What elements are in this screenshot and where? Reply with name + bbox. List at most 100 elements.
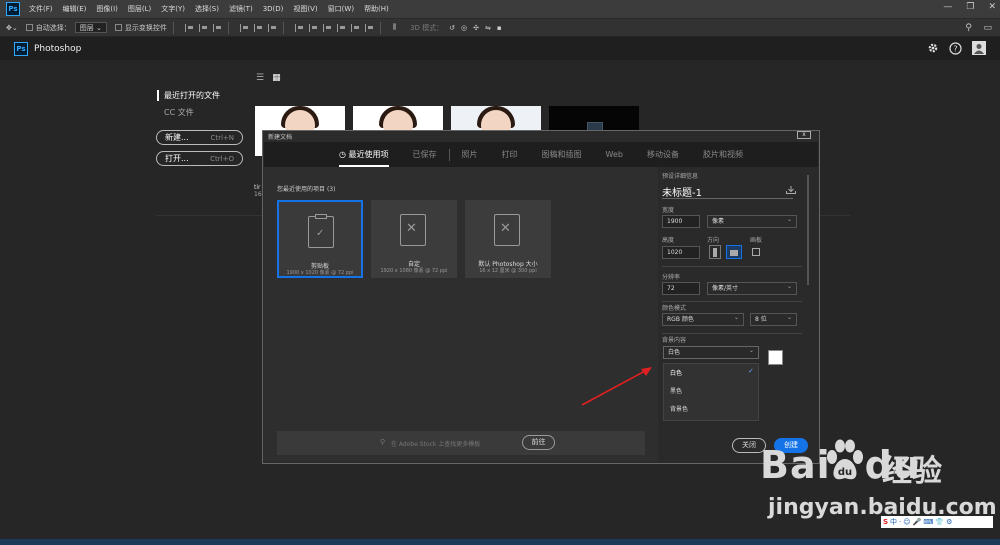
- show-transform-checkbox[interactable]: [114, 24, 122, 31]
- document-name-input[interactable]: 未标题-1: [662, 184, 702, 199]
- distribute-top-icon[interactable]: [294, 23, 304, 32]
- menu-select[interactable]: 选择(S): [190, 4, 224, 14]
- svg-text:?: ?: [953, 44, 957, 53]
- baidu-jingyan-text: 经验: [882, 454, 942, 489]
- preset-card-default[interactable]: ✕ 默认 Photoshop 大小 16 x 12 厘米 @ 300 ppi: [465, 200, 551, 278]
- landscape-orientation-icon[interactable]: [726, 245, 742, 259]
- preset-card-custom[interactable]: ✕ 自定 1920 x 1080 像素 @ 72 ppi: [371, 200, 457, 278]
- minimize-button[interactable]: —: [943, 2, 952, 12]
- microphone-icon[interactable]: 🎤: [913, 518, 922, 526]
- align-top-icon[interactable]: [184, 23, 194, 32]
- auto-align-icon[interactable]: ⫼: [393, 23, 396, 32]
- align-hcenter-icon[interactable]: [253, 23, 263, 32]
- 3d-roll-icon[interactable]: ◎: [461, 24, 467, 32]
- go-button[interactable]: 前往: [522, 435, 555, 450]
- sidebar-item-cc-files[interactable]: CC 文件: [164, 107, 194, 118]
- photoshop-logo: Ps: [6, 2, 20, 16]
- preset-card-clipboard[interactable]: ✓ 剪贴板 1900 x 1020 像素 @ 72 ppi: [277, 200, 363, 278]
- bg-option-black[interactable]: 黑色: [670, 386, 682, 395]
- settings-gear-icon[interactable]: [927, 42, 939, 54]
- dialog-body: ◷ 最近使用项 已保存 照片 打印 图稿和插图 Web 移动设备 胶片和视频 您…: [264, 142, 818, 462]
- tab-recent[interactable]: ◷ 最近使用项: [327, 149, 401, 167]
- restore-button[interactable]: ❐: [966, 2, 974, 12]
- settings-icon[interactable]: ⚙: [946, 518, 952, 526]
- chinese-mode-icon[interactable]: 中: [890, 517, 897, 527]
- menu-image[interactable]: 图像(I): [91, 4, 123, 14]
- keyboard-icon[interactable]: ⌨: [923, 518, 933, 526]
- menu-help[interactable]: 帮助(H): [359, 4, 394, 14]
- save-preset-icon[interactable]: [786, 186, 796, 194]
- menu-3d[interactable]: 3D(D): [258, 5, 289, 13]
- align-vcenter-icon[interactable]: [198, 23, 208, 32]
- grid-view-icon[interactable]: ▦: [272, 73, 281, 83]
- bg-option-white[interactable]: 白色: [670, 368, 682, 377]
- 3d-pan-icon[interactable]: ✣: [473, 24, 479, 32]
- sogou-icon[interactable]: S: [883, 518, 888, 526]
- menu-view[interactable]: 视图(V): [288, 4, 322, 14]
- details-scrollbar[interactable]: [807, 175, 809, 285]
- auto-select-checkbox[interactable]: [25, 24, 33, 31]
- list-view-icon[interactable]: ☰: [256, 73, 264, 83]
- tab-film-video[interactable]: 胶片和视频: [691, 149, 755, 160]
- width-unit-dropdown[interactable]: 像素: [707, 214, 797, 228]
- distribute-right-icon[interactable]: [364, 23, 374, 32]
- menu-window[interactable]: 窗口(W): [323, 4, 359, 14]
- help-icon[interactable]: ?: [949, 41, 962, 55]
- distribute-bottom-icon[interactable]: [322, 23, 332, 32]
- baidu-paw-icon: du: [827, 439, 863, 480]
- bit-depth-dropdown[interactable]: 8 位: [750, 312, 797, 326]
- auto-select-dropdown[interactable]: 图层 ⌄: [74, 22, 107, 33]
- recent-file-size: 16: [254, 191, 262, 198]
- dialog-close-button[interactable]: x: [797, 131, 811, 139]
- close-window-button[interactable]: ✕: [988, 2, 996, 12]
- 3d-scale-icon[interactable]: ▪: [497, 24, 502, 32]
- resolution-unit-dropdown[interactable]: 像素/英寸: [707, 281, 797, 295]
- distribute-hcenter-icon[interactable]: [350, 23, 360, 32]
- align-right-icon[interactable]: [267, 23, 277, 32]
- distribute-vcenter-icon[interactable]: [308, 23, 318, 32]
- sidebar-item-recent[interactable]: 最近打开的文件: [157, 90, 220, 101]
- background-contents-dropdown[interactable]: 白色: [663, 345, 759, 359]
- tab-art-illustration[interactable]: 图稿和插图: [530, 149, 594, 160]
- 3d-slide-icon[interactable]: ⇋: [485, 24, 491, 32]
- distribute-left-icon[interactable]: [336, 23, 346, 32]
- background-color-swatch[interactable]: [768, 350, 783, 365]
- tab-web[interactable]: Web: [594, 150, 635, 159]
- tab-saved[interactable]: 已保存: [401, 149, 449, 160]
- punctuation-icon[interactable]: ·: [899, 518, 901, 526]
- width-label: 宽度: [662, 207, 675, 214]
- width-input[interactable]: 1900: [662, 215, 700, 228]
- emoji-icon[interactable]: ☺: [903, 518, 910, 526]
- menu-layer[interactable]: 图层(L): [123, 4, 156, 14]
- open-button[interactable]: 打开... Ctrl+O: [156, 151, 243, 166]
- bg-option-background-color[interactable]: 背景色: [670, 404, 688, 413]
- document-icon: ✕: [494, 214, 520, 246]
- clock-icon: ◷: [339, 150, 349, 159]
- align-left-icon[interactable]: [239, 23, 249, 32]
- artboard-checkbox[interactable]: [752, 248, 760, 256]
- stock-search-input[interactable]: 在 Adobe Stock 上查找更多模板: [391, 439, 480, 448]
- search-icon[interactable]: ⚲: [965, 23, 972, 33]
- color-mode-dropdown[interactable]: RGB 颜色: [662, 312, 744, 326]
- move-tool-icon[interactable]: ✥⌄: [6, 24, 18, 32]
- align-bottom-icon[interactable]: [212, 23, 222, 32]
- orientation-label: 方向: [707, 237, 720, 244]
- new-button[interactable]: 新建... Ctrl+N: [156, 130, 243, 145]
- separator: [227, 21, 229, 34]
- workspace-icon[interactable]: ▭: [983, 23, 992, 33]
- menu-file[interactable]: 文件(F): [24, 4, 58, 14]
- resolution-input[interactable]: 72: [662, 282, 700, 295]
- portrait-orientation-icon[interactable]: [709, 245, 721, 259]
- document-icon: ✓: [308, 214, 334, 248]
- tab-print[interactable]: 打印: [490, 149, 530, 160]
- menu-filter[interactable]: 滤镜(T): [224, 4, 258, 14]
- user-avatar-icon[interactable]: [972, 41, 986, 55]
- tab-photo[interactable]: 照片: [450, 149, 490, 160]
- options-bar: ✥⌄ 自动选择： 图层 ⌄ 显示变换控件 ⫼ 3D 模式： ↺ ◎ ✣ ⇋ ▪ …: [0, 18, 1000, 36]
- height-input[interactable]: 1020: [662, 246, 700, 259]
- tab-mobile[interactable]: 移动设备: [635, 149, 691, 160]
- 3d-rotate-icon[interactable]: ↺: [449, 24, 455, 32]
- menu-type[interactable]: 文字(Y): [156, 4, 190, 14]
- skin-icon[interactable]: 👕: [935, 518, 944, 526]
- menu-edit[interactable]: 编辑(E): [58, 4, 92, 14]
